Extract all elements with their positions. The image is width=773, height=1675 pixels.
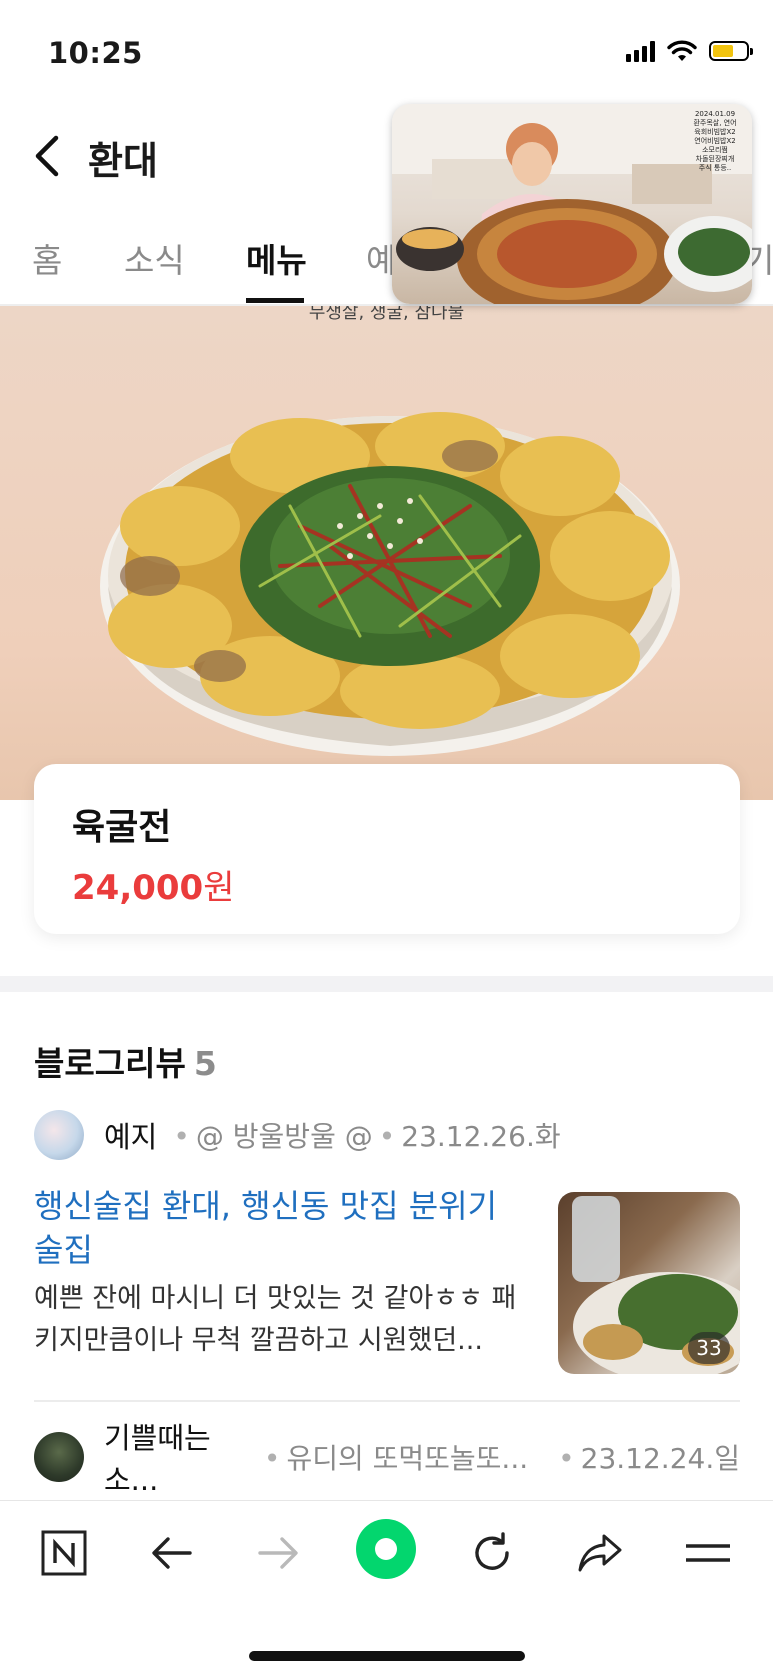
menu-price: 24,000원 [72, 868, 235, 908]
menu-name: 육굴전 [72, 807, 172, 848]
refresh-icon[interactable] [462, 1523, 522, 1583]
reviewer-name[interactable]: 예지 [104, 1114, 157, 1156]
menu-info-card: 육굴전 24,000원 [34, 764, 740, 934]
video-caption: 2024.01.09 환주목살, 연어 육회비빔밥X2 연어비빔밥X2 소모리쩜… [693, 110, 737, 172]
blog-review-item[interactable]: 예지 • @ 방울방울 @ • 23.12.26.화 행신술집 환대, 행신동 맛집 … [34, 1110, 740, 1380]
video-pip-player[interactable]: 2024.01.09 환주목살, 연어 육회비빔밥X2 연어비빔밥X2 소모리쩜… [392, 104, 752, 304]
reviewer-row: 예지 • @ 방울방울 @ • 23.12.26.화 [34, 1110, 740, 1160]
forward-arrow-icon[interactable] [248, 1523, 308, 1583]
share-icon[interactable] [570, 1523, 630, 1583]
wifi-icon [667, 40, 697, 61]
tab-menu[interactable]: 메뉴 [246, 234, 307, 282]
back-arrow-icon[interactable] [142, 1523, 202, 1583]
avatar [34, 1432, 84, 1482]
food-bowl-illustration [100, 412, 680, 756]
reviewer-meta: • @ 방울방울 @ • 23.12.26.화 [173, 1120, 561, 1153]
blog-review-item[interactable]: 기쁠때는소... • 유디의 또먹또놀또... • 23.12.24.일 [34, 1421, 740, 1497]
status-time: 10:25 [48, 36, 143, 70]
avatar [34, 1110, 84, 1160]
page-title: 환대 [88, 139, 158, 183]
status-bar: 10:25 [0, 0, 773, 100]
photo-count-badge: 33 [688, 1332, 730, 1364]
review-thumbnail[interactable]: 33 [558, 1192, 740, 1374]
green-dot-icon[interactable] [354, 1517, 418, 1581]
menu-icon[interactable] [678, 1523, 738, 1583]
battery-icon [709, 41, 753, 61]
menu-hero-image: 무생살, 생굴, 참나물 [0, 306, 773, 800]
back-chevron-icon[interactable] [30, 132, 66, 180]
tab-news[interactable]: 소식 [124, 234, 185, 282]
reviewer-row: 기쁠때는소... • 유디의 또먹또놀또... • 23.12.24.일 [34, 1421, 740, 1497]
reviewer-name[interactable]: 기쁠때는소... [104, 1415, 248, 1499]
review-divider [34, 1400, 740, 1402]
review-snippet: 예쁜 잔에 마시니 더 맛있는 것 같아ㅎㅎ 패키지만큼이나 무척 깔끔하고 시… [34, 1283, 517, 1356]
naver-home-icon[interactable] [34, 1523, 94, 1583]
tab-home[interactable]: 홈 [32, 234, 62, 282]
reviewer-meta: • 유디의 또먹또놀또... • 23.12.24.일 [263, 1442, 740, 1475]
blog-review-count: 5 [193, 1044, 217, 1083]
status-icons [626, 40, 753, 62]
blog-review-heading: 블로그리뷰 5 [34, 1044, 217, 1083]
review-title-link[interactable]: 행신술집 환대, 행신동 맛집 분위기 술집 [34, 1184, 504, 1272]
active-tab-indicator [246, 298, 304, 303]
browser-bottom-bar [0, 1500, 773, 1675]
section-divider [0, 976, 773, 992]
home-indicator [249, 1651, 525, 1661]
cellular-signal-icon [626, 40, 655, 62]
